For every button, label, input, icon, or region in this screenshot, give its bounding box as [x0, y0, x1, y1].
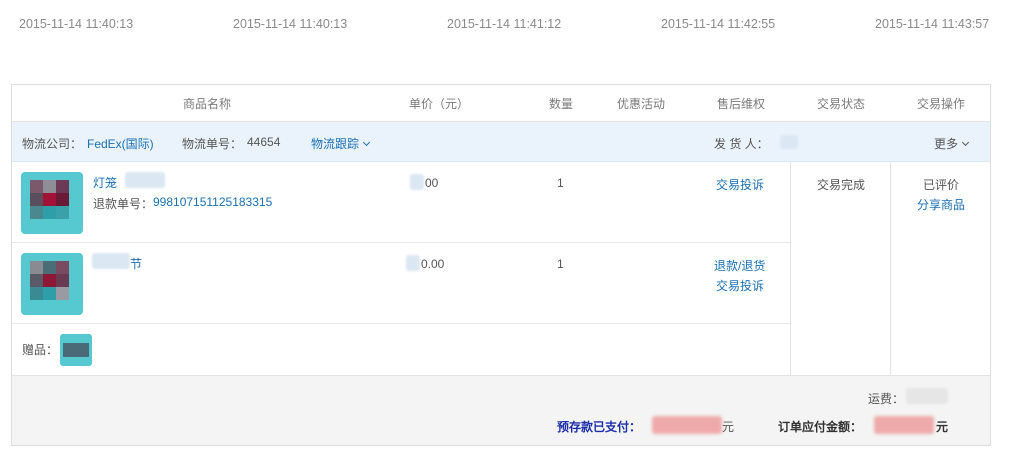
- deposit-paid-label: 预存款已支付：: [557, 420, 642, 434]
- timestamp: 2015-11-14 11:41:12: [447, 17, 562, 31]
- sender-label: 发 货 人：: [714, 137, 769, 151]
- order-timeline: 2015-11-14 11:40:13 2015-11-14 11:40:13 …: [0, 0, 1028, 50]
- more-dropdown[interactable]: 更多: [934, 135, 970, 152]
- header-actions: 交易操作: [916, 97, 966, 111]
- quantity: 1: [557, 257, 564, 271]
- redacted-price: [410, 174, 424, 190]
- header-product: 商品名称: [182, 97, 232, 111]
- timestamp: 2015-11-14 11:40:13: [19, 17, 134, 31]
- logistics-bar: 物流公司： FedEx(国际) 物流单号： 44654 物流跟踪 发 货 人： …: [12, 122, 990, 162]
- table-row: 灯笼 退款单号： 998107151125183315 00 1 交易投诉: [12, 162, 790, 243]
- table-row: 节 0.00 1 退款/退货 交易投诉: [12, 243, 790, 324]
- track-shipment-link[interactable]: 物流跟踪: [311, 135, 371, 152]
- complaint-link[interactable]: 交易投诉: [716, 277, 764, 294]
- trade-status: 交易完成: [816, 178, 866, 192]
- gift-row: 赠品：: [12, 324, 790, 376]
- header-price: 单价（元）: [408, 97, 470, 111]
- column-divider: [790, 162, 791, 376]
- review-status: 已评价: [922, 178, 960, 192]
- redacted-product-name: [125, 172, 165, 188]
- product-thumbnail[interactable]: [21, 172, 83, 234]
- timestamp: 2015-11-14 11:42:55: [661, 17, 776, 31]
- tracking-number-label: 物流单号：: [182, 137, 243, 151]
- gift-label: 赠品：: [22, 343, 59, 357]
- total-unit: 元: [936, 420, 949, 434]
- redacted-sender: [780, 135, 798, 149]
- refund-number-link[interactable]: 998107151125183315: [153, 195, 272, 209]
- tracking-number-value: 44654: [247, 135, 281, 149]
- header-promotion: 优惠活动: [616, 97, 666, 111]
- redacted-product-name: [92, 253, 130, 269]
- header-status: 交易状态: [816, 97, 866, 111]
- timestamp: 2015-11-14 11:43:57: [875, 17, 990, 31]
- total-payable-label: 订单应付金额：: [778, 420, 863, 434]
- logistics-company-link[interactable]: FedEx(国际): [87, 135, 154, 152]
- unit-price: 0.00: [421, 257, 445, 271]
- unit-price: 00: [425, 176, 439, 190]
- deposit-unit: 元: [722, 420, 735, 434]
- timestamp: 2015-11-14 11:40:13: [233, 17, 348, 31]
- refund-return-link[interactable]: 退款/退货: [714, 257, 765, 274]
- redacted-shipping: [906, 388, 948, 404]
- track-shipment-label: 物流跟踪: [311, 137, 360, 151]
- order-table: 商品名称 单价（元） 数量 优惠活动 售后维权 交易状态 交易操作 物流公司： …: [11, 84, 991, 446]
- shipping-label: 运费：: [868, 392, 905, 406]
- product-thumbnail[interactable]: [21, 253, 83, 315]
- complaint-link[interactable]: 交易投诉: [716, 176, 764, 193]
- product-name-link[interactable]: 节: [130, 255, 142, 272]
- redacted-total: [874, 416, 934, 434]
- more-label: 更多: [934, 137, 959, 151]
- quantity: 1: [557, 176, 564, 190]
- header-after-sale: 售后维权: [716, 97, 766, 111]
- gift-thumbnail[interactable]: [60, 334, 92, 366]
- redacted-deposit: [652, 416, 722, 434]
- redacted-price: [406, 255, 420, 271]
- column-divider: [890, 162, 891, 376]
- share-product-link[interactable]: 分享商品: [917, 196, 965, 213]
- product-name-link[interactable]: 灯笼: [93, 174, 117, 191]
- chevron-down-icon: [362, 138, 371, 147]
- refund-number-label: 退款单号：: [93, 197, 154, 211]
- order-summary: 运费： 预存款已支付： 元 订单应付金额： 元: [12, 375, 990, 445]
- logistics-company-label: 物流公司：: [22, 137, 83, 151]
- header-quantity: 数量: [548, 97, 574, 111]
- table-header: 商品名称 单价（元） 数量 优惠活动 售后维权 交易状态 交易操作: [12, 85, 990, 122]
- chevron-down-icon: [961, 138, 970, 147]
